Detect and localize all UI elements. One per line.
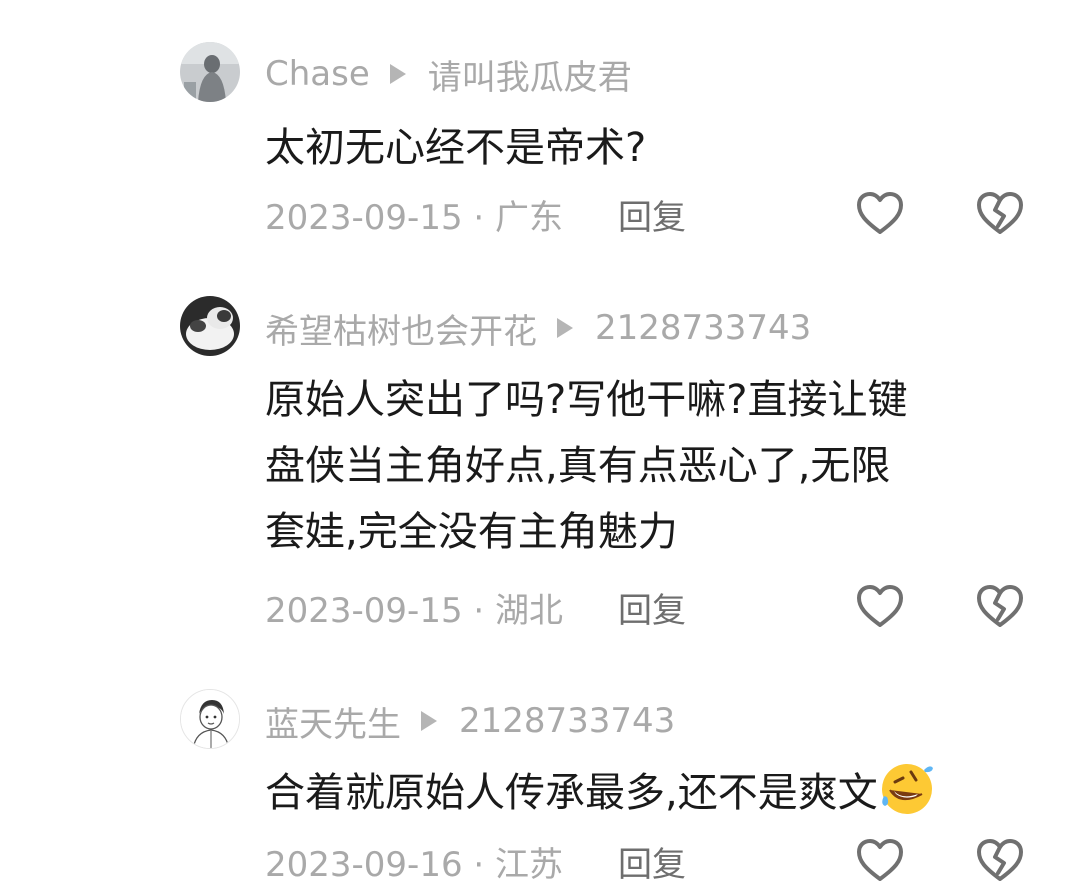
comment-header: Chase 请叫我瓜皮君 xyxy=(265,49,632,99)
reply-to-username[interactable]: 请叫我瓜皮君 xyxy=(428,50,632,99)
cartoon-boy-avatar-icon xyxy=(181,690,239,748)
comment-header: 蓝天先生 2128733743 xyxy=(265,696,675,746)
heart-outline-icon[interactable] xyxy=(855,190,905,236)
reply-button[interactable]: 回复 xyxy=(618,189,686,239)
avatar[interactable] xyxy=(180,689,240,749)
reply-arrow-icon xyxy=(557,318,573,338)
comment-text: 原始人突出了吗?写他干嘛?直接让键 盘侠当主角好点,真有点恶心了,无限 套娃,完… xyxy=(265,367,1035,565)
reply-arrow-icon xyxy=(421,711,437,731)
comment-date-location: 2023-09-15 · 广东 xyxy=(265,197,564,238)
heart-outline-icon[interactable] xyxy=(855,583,905,629)
broken-heart-outline-icon[interactable] xyxy=(975,837,1025,883)
heart-outline-icon[interactable] xyxy=(855,837,905,883)
avatar[interactable] xyxy=(180,296,240,356)
comment-text: 合着就原始人传承最多,还不是爽文 xyxy=(265,760,1035,826)
gray-figure-avatar-icon xyxy=(180,42,240,102)
reply-button[interactable]: 回复 xyxy=(618,582,686,632)
comment-date-location: 2023-09-15 · 湖北 xyxy=(265,590,564,631)
comment-line: 原始人突出了吗?写他干嘛?直接让键 xyxy=(265,377,908,423)
comment-line: 盘侠当主角好点,真有点恶心了,无限 xyxy=(265,443,891,489)
username[interactable]: Chase xyxy=(265,54,370,94)
avatar[interactable] xyxy=(180,42,240,102)
comment-text: 太初无心经不是帝术? xyxy=(265,115,1035,181)
comment-line-text: 合着就原始人传承最多,还不是爽文 xyxy=(265,770,878,816)
reply-to-username[interactable]: 2128733743 xyxy=(595,308,811,348)
comment-line: 合着就原始人传承最多,还不是爽文 xyxy=(265,760,1035,826)
username[interactable]: 蓝天先生 xyxy=(265,697,401,746)
reply-to-username[interactable]: 2128733743 xyxy=(459,701,675,741)
broken-heart-outline-icon[interactable] xyxy=(975,583,1025,629)
username[interactable]: 希望枯树也会开花 xyxy=(265,304,537,353)
comment-line: 太初无心经不是帝术? xyxy=(265,125,647,171)
comment-line: 套娃,完全没有主角魅力 xyxy=(265,509,678,555)
reply-button[interactable]: 回复 xyxy=(618,836,686,886)
comment-date-location: 2023-09-16 · 江苏 xyxy=(265,844,564,885)
rofl-emoji-icon xyxy=(881,764,933,814)
cat-avatar-icon xyxy=(180,296,240,356)
reply-arrow-icon xyxy=(389,64,406,84)
comment-header: 希望枯树也会开花 2128733743 xyxy=(265,303,811,353)
broken-heart-outline-icon[interactable] xyxy=(975,190,1025,236)
